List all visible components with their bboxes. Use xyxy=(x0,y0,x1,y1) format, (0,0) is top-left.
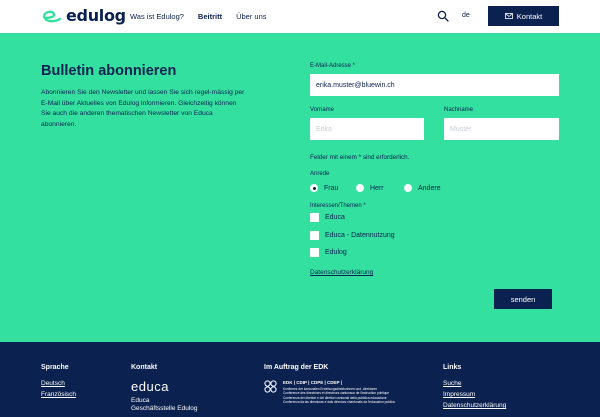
checkbox-educa[interactable]: Educa xyxy=(310,213,345,222)
radio-andere-dot xyxy=(404,184,412,192)
edk-logo-icon xyxy=(264,380,277,393)
contact-button-label: Kontakt xyxy=(516,11,543,21)
footer-edk-heading: Im Auftrag der EDK xyxy=(264,364,329,371)
checkbox-educa-label: Educa xyxy=(325,214,345,221)
checkbox-educa-datennutzung[interactable]: Educa - Datennutzung xyxy=(310,231,395,240)
privacy-link[interactable]: Datenschutzerklärung xyxy=(310,269,373,276)
checkbox-box xyxy=(310,213,319,222)
edk-line: Conférence des directrices et directeurs… xyxy=(283,391,390,396)
logo-text: edulog xyxy=(66,6,126,25)
required-note: Felder mit einem * sind erforderlich. xyxy=(310,154,410,161)
footer-edk-column: Im Auftrag der EDK EDK | CDIP | CDPE | C… xyxy=(264,364,395,404)
checkbox-educa-datennutzung-label: Educa - Datennutzung xyxy=(325,232,395,239)
mail-icon xyxy=(504,13,513,19)
salutation-label: Anrede xyxy=(310,171,330,177)
radio-andere-label: Andere xyxy=(418,184,441,192)
intro-text: Abonnieren Sie den Newsletter und lassen… xyxy=(41,89,245,128)
footer-contact-line: Educa xyxy=(131,397,150,404)
footer-language-column: Sprache Deutsch Französisch xyxy=(41,364,76,402)
edk-line: Conferenza da las directuras e dals dire… xyxy=(283,399,395,404)
footer-language-heading: Sprache xyxy=(41,364,69,371)
language-switcher[interactable]: de xyxy=(462,12,470,19)
page-title: Bulletin abonnieren xyxy=(41,63,177,79)
edk-text: EDK | CDIP | CDPE | CDEP | Konferenz der… xyxy=(283,380,395,404)
footer-link-suche[interactable]: Suche xyxy=(443,380,506,387)
radio-herr[interactable]: Herr xyxy=(356,184,404,192)
submit-button[interactable]: senden xyxy=(494,289,552,309)
footer-lang-deutsch[interactable]: Deutsch xyxy=(41,380,76,387)
email-label: E-Mail-Adresse * xyxy=(310,63,356,69)
site-header: edulog Was ist Edulog? Beitritt Über uns… xyxy=(0,0,600,33)
edulog-logo-icon xyxy=(42,10,62,23)
edulog-logo[interactable]: edulog xyxy=(41,7,126,25)
nav-item-beitritt[interactable]: Beitritt xyxy=(198,12,222,21)
interests-label: Interessen/Themen * xyxy=(310,203,366,209)
search-icon[interactable] xyxy=(437,10,449,22)
radio-frau[interactable]: Frau xyxy=(310,184,356,192)
footer-lang-franzoesisch[interactable]: Französisch xyxy=(41,391,76,398)
footer-link-datenschutz[interactable]: Datenschutzerklärung xyxy=(443,402,506,409)
radio-herr-label: Herr xyxy=(370,184,384,192)
checkbox-box xyxy=(310,231,319,240)
nav-item-ueber-uns[interactable]: Über uns xyxy=(236,12,266,21)
nav-item-was-ist-edulog[interactable]: Was ist Edulog? xyxy=(130,12,184,21)
educa-logo[interactable]: educa xyxy=(131,380,197,394)
lastname-label: Nachname xyxy=(444,107,474,113)
email-field[interactable]: erika.muster@bluewin.ch xyxy=(310,74,559,96)
footer-contact-line: Geschäftsstelle Edulog xyxy=(131,405,198,412)
radio-herr-dot xyxy=(356,184,364,192)
firstname-label: Vorname xyxy=(310,107,335,113)
footer-links-column: Links Suche Impressum Datenschutzerkläru… xyxy=(443,364,506,413)
checkbox-edulog-label: Edulog xyxy=(325,249,347,256)
firstname-field[interactable]: Erika xyxy=(310,118,424,140)
contact-button[interactable]: Kontakt xyxy=(488,6,559,26)
footer-link-impressum[interactable]: Impressum xyxy=(443,391,506,398)
radio-andere[interactable]: Andere xyxy=(404,184,441,192)
footer-links-heading: Links xyxy=(443,364,462,371)
main-nav: Was ist Edulog? Beitritt Über uns xyxy=(130,12,267,21)
radio-frau-label: Frau xyxy=(324,184,339,192)
lastname-field[interactable]: Muster xyxy=(444,118,559,140)
checkbox-edulog[interactable]: Edulog xyxy=(310,248,347,257)
radio-frau-dot xyxy=(310,184,318,192)
salutation-group: Frau Herr Andere xyxy=(310,184,441,192)
footer-contact-heading: Kontakt xyxy=(131,364,158,371)
checkbox-box xyxy=(310,248,319,257)
edk-logo-block[interactable]: EDK | CDIP | CDPE | CDEP | Konferenz der… xyxy=(264,380,395,404)
footer-contact-column: Kontakt educa Educa Geschäftsstelle Edul… xyxy=(131,364,197,413)
edk-abbreviations: EDK | CDIP | CDPE | CDEP | xyxy=(283,380,342,385)
site-footer: Sprache Deutsch Französisch Kontakt educ… xyxy=(0,342,600,417)
newsletter-section: Bulletin abonnieren Abonnieren Sie den N… xyxy=(0,33,600,342)
